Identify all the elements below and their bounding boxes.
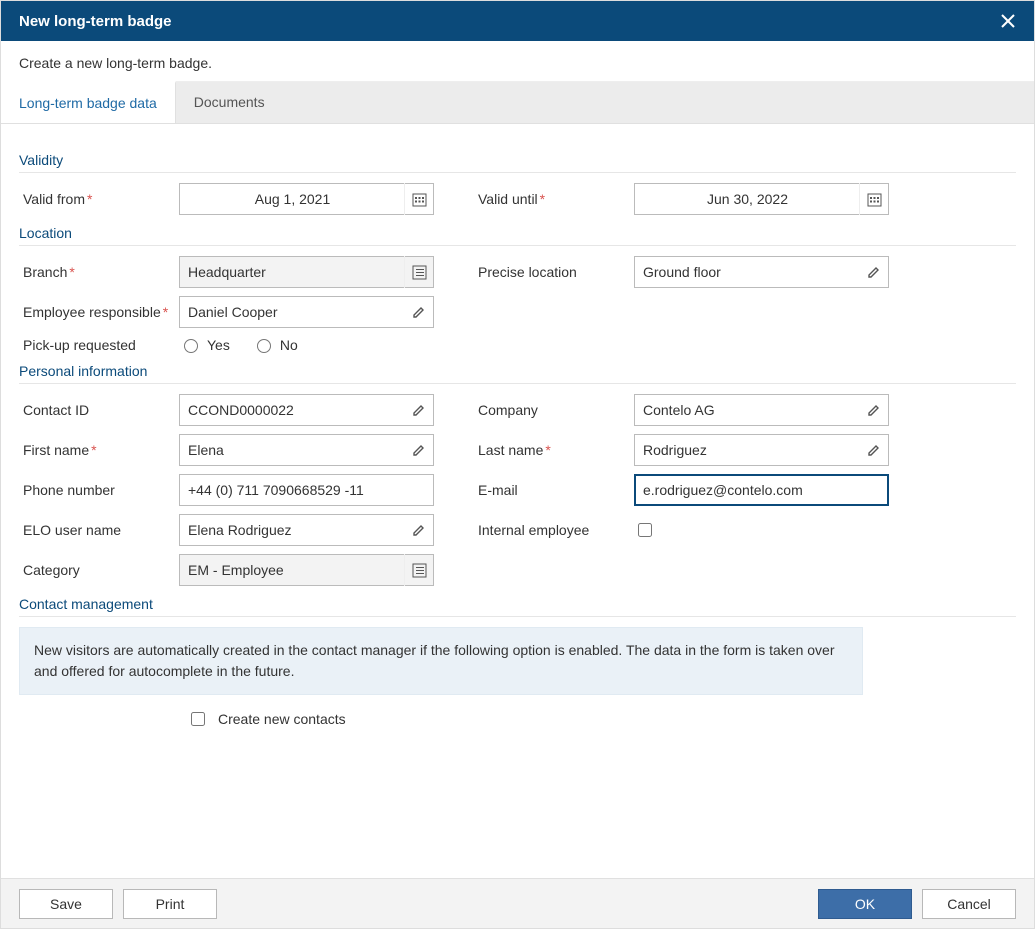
create-new-contacts-label: Create new contacts bbox=[218, 711, 346, 727]
calendar-icon bbox=[412, 192, 427, 207]
branch-label: Branch* bbox=[19, 264, 179, 280]
firstname-edit-button[interactable] bbox=[404, 434, 434, 466]
divider bbox=[19, 245, 1016, 246]
internal-employee-label: Internal employee bbox=[474, 522, 634, 538]
pencil-icon bbox=[867, 443, 881, 457]
calendar-icon bbox=[867, 192, 882, 207]
divider bbox=[19, 616, 1016, 617]
pencil-icon bbox=[412, 403, 426, 417]
elo-user-label: ELO user name bbox=[19, 522, 179, 538]
tab-documents[interactable]: Documents bbox=[176, 82, 283, 123]
category-label: Category bbox=[19, 562, 179, 578]
employee-responsible-edit-button[interactable] bbox=[404, 296, 434, 328]
print-button[interactable]: Print bbox=[123, 889, 217, 919]
precise-location-label: Precise location bbox=[474, 264, 634, 280]
section-personal-title: Personal information bbox=[19, 363, 1016, 379]
pickup-yes-radio[interactable] bbox=[184, 339, 198, 353]
create-new-contacts-checkbox[interactable] bbox=[191, 712, 205, 726]
contact-id-label: Contact ID bbox=[19, 402, 179, 418]
close-icon bbox=[1001, 14, 1015, 28]
valid-until-input[interactable] bbox=[634, 183, 889, 215]
save-button[interactable]: Save bbox=[19, 889, 113, 919]
tab-bar: Long-term badge data Documents bbox=[1, 82, 1034, 124]
email-label: E-mail bbox=[474, 482, 634, 498]
pencil-icon bbox=[867, 403, 881, 417]
dialog: New long-term badge Create a new long-te… bbox=[0, 0, 1035, 929]
lastname-input[interactable] bbox=[634, 434, 889, 466]
phone-input[interactable] bbox=[179, 474, 434, 506]
branch-input[interactable] bbox=[179, 256, 434, 288]
valid-from-label: Valid from* bbox=[19, 191, 179, 207]
divider bbox=[19, 172, 1016, 173]
cancel-button[interactable]: Cancel bbox=[922, 889, 1016, 919]
category-lookup-button[interactable] bbox=[404, 554, 434, 586]
category-input[interactable] bbox=[179, 554, 434, 586]
form-area: Validity Valid from* bbox=[1, 124, 1034, 878]
footer-right: OK Cancel bbox=[818, 889, 1016, 919]
contact-mgmt-info: New visitors are automatically created i… bbox=[19, 627, 863, 695]
internal-employee-checkbox[interactable] bbox=[638, 523, 652, 537]
contact-id-edit-button[interactable] bbox=[404, 394, 434, 426]
valid-from-input[interactable] bbox=[179, 183, 434, 215]
valid-from-datepicker-button[interactable] bbox=[404, 183, 434, 215]
firstname-input[interactable] bbox=[179, 434, 434, 466]
lastname-edit-button[interactable] bbox=[859, 434, 889, 466]
valid-until-label: Valid until* bbox=[474, 191, 634, 207]
section-contact-mgmt-title: Contact management bbox=[19, 596, 1016, 612]
company-edit-button[interactable] bbox=[859, 394, 889, 426]
elo-user-input[interactable] bbox=[179, 514, 434, 546]
pickup-no-option[interactable]: No bbox=[252, 336, 298, 353]
divider bbox=[19, 383, 1016, 384]
pickup-no-radio[interactable] bbox=[257, 339, 271, 353]
footer-left: Save Print bbox=[19, 889, 217, 919]
phone-label: Phone number bbox=[19, 482, 179, 498]
company-label: Company bbox=[474, 402, 634, 418]
precise-location-edit-button[interactable] bbox=[859, 256, 889, 288]
titlebar: New long-term badge bbox=[1, 1, 1034, 41]
valid-until-datepicker-button[interactable] bbox=[859, 183, 889, 215]
list-picker-icon bbox=[412, 563, 427, 578]
pencil-icon bbox=[412, 305, 426, 319]
footer: Save Print OK Cancel bbox=[1, 878, 1034, 928]
pencil-icon bbox=[412, 443, 426, 457]
pencil-icon bbox=[412, 523, 426, 537]
precise-location-input[interactable] bbox=[634, 256, 889, 288]
section-location-title: Location bbox=[19, 225, 1016, 241]
pencil-icon bbox=[867, 265, 881, 279]
email-input[interactable] bbox=[634, 474, 889, 506]
dialog-subtitle: Create a new long-term badge. bbox=[1, 41, 1034, 82]
close-button[interactable] bbox=[996, 9, 1020, 33]
employee-responsible-input[interactable] bbox=[179, 296, 434, 328]
ok-button[interactable]: OK bbox=[818, 889, 912, 919]
pickup-yes-option[interactable]: Yes bbox=[179, 336, 230, 353]
tab-longterm-badge-data[interactable]: Long-term badge data bbox=[1, 81, 176, 123]
employee-responsible-label: Employee responsible* bbox=[19, 304, 179, 320]
firstname-label: First name* bbox=[19, 442, 179, 458]
pickup-radio-group: Yes No bbox=[179, 336, 434, 353]
lastname-label: Last name* bbox=[474, 442, 634, 458]
list-picker-icon bbox=[412, 265, 427, 280]
company-input[interactable] bbox=[634, 394, 889, 426]
dialog-title: New long-term badge bbox=[19, 13, 172, 30]
branch-lookup-button[interactable] bbox=[404, 256, 434, 288]
contact-id-input[interactable] bbox=[179, 394, 434, 426]
elo-user-edit-button[interactable] bbox=[404, 514, 434, 546]
pickup-label: Pick-up requested bbox=[19, 337, 179, 353]
create-new-contacts-row: Create new contacts bbox=[187, 709, 1016, 729]
section-validity-title: Validity bbox=[19, 152, 1016, 168]
